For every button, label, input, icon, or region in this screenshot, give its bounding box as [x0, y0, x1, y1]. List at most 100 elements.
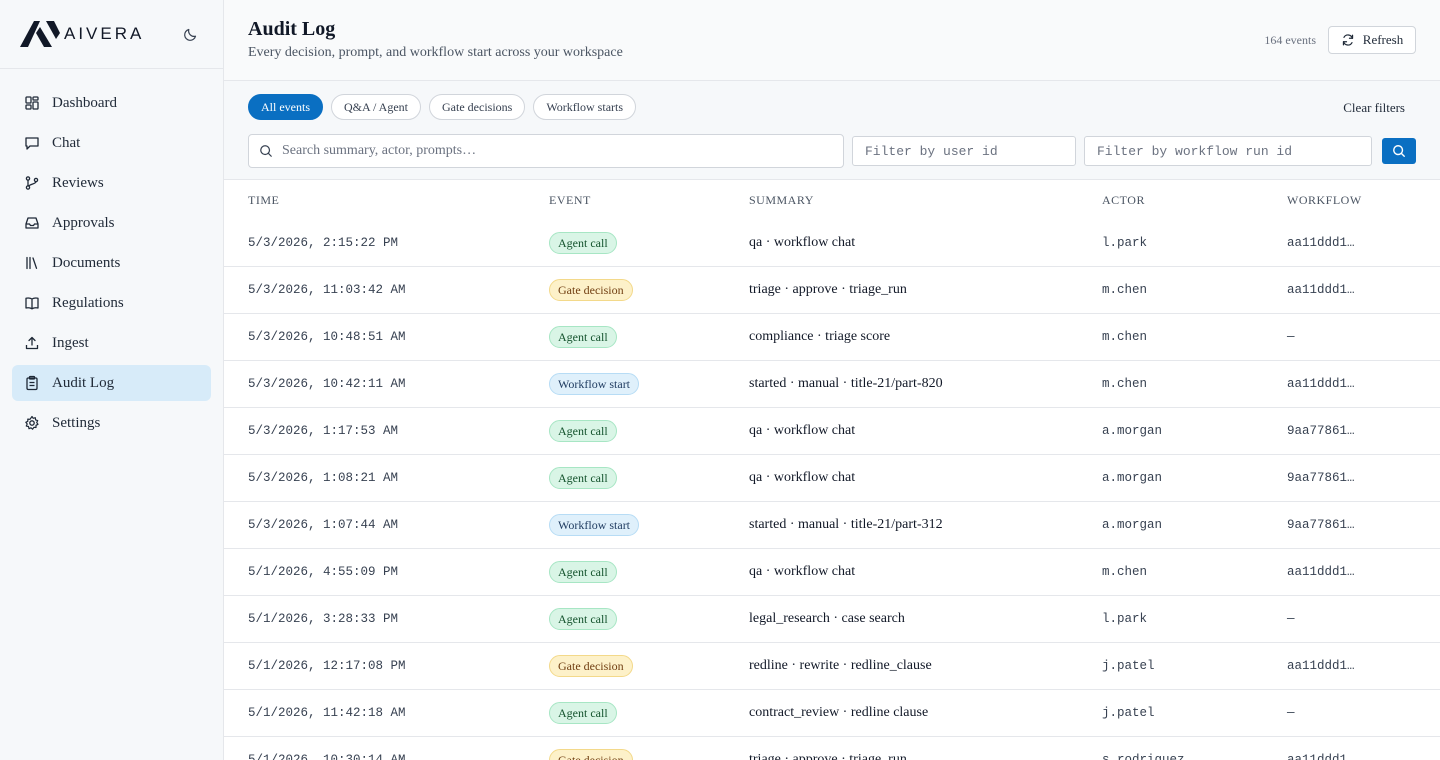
filter-chip-gate-decisions[interactable]: Gate decisions: [429, 94, 526, 120]
refresh-label: Refresh: [1362, 32, 1404, 47]
search-box[interactable]: [248, 134, 844, 168]
event-badge: Agent call: [549, 702, 617, 724]
row-workflow[interactable]: aa11ddd1…: [1287, 377, 1355, 391]
table-row[interactable]: 5/3/2026, 1:08:21 AM Agent call qa · workf…: [224, 455, 1440, 502]
book-icon: [25, 297, 39, 310]
row-actor: m.chen: [1102, 377, 1148, 391]
row-workflow[interactable]: —: [1287, 706, 1295, 720]
row-summary: triage · approve · triage_run: [749, 752, 907, 760]
chat-icon: [25, 137, 39, 150]
event-badge: Agent call: [549, 420, 617, 442]
row-summary: qa · workflow chat: [749, 470, 856, 485]
search-icon: [260, 145, 272, 157]
row-summary: qa · workflow chat: [749, 423, 856, 438]
workflow-run-filter-input[interactable]: [1084, 136, 1372, 166]
row-time: 5/3/2026, 10:48:51 AM: [248, 330, 406, 344]
row-time: 5/3/2026, 1:08:21 AM: [248, 471, 399, 485]
row-workflow[interactable]: 9aa77861…: [1287, 424, 1355, 438]
row-time: 5/3/2026, 10:42:11 AM: [248, 377, 406, 391]
row-workflow[interactable]: —: [1287, 330, 1295, 344]
library-icon: [26, 256, 38, 270]
table-row[interactable]: 5/3/2026, 1:17:53 AM Agent call qa · workf…: [224, 408, 1440, 455]
table-row[interactable]: 5/1/2026, 10:30:14 AM Gate decision triage…: [224, 737, 1440, 760]
sidebar-item-settings[interactable]: Settings: [12, 405, 211, 441]
search-input[interactable]: [282, 143, 843, 159]
table-row[interactable]: 5/1/2026, 3:28:33 PM Agent call legal_rese…: [224, 596, 1440, 643]
branch-icon: [25, 176, 39, 190]
sidebar-item-label: Reviews: [52, 174, 104, 191]
sidebar-item-approvals[interactable]: Approvals: [12, 205, 211, 241]
row-actor: m.chen: [1102, 330, 1148, 344]
column-header-summary[interactable]: SUMMARY: [749, 193, 814, 208]
row-summary: legal_research · case search: [749, 611, 905, 626]
brand-name: AIVERA: [64, 24, 145, 43]
row-summary: compliance · triage score: [749, 329, 891, 344]
table-row[interactable]: 5/3/2026, 10:48:51 AM Agent call complianc…: [224, 314, 1440, 361]
row-workflow[interactable]: aa11ddd1…: [1287, 565, 1355, 579]
sidebar-item-audit-log[interactable]: Audit Log: [12, 365, 211, 401]
sidebar-item-label: Dashboard: [52, 94, 117, 111]
sidebar-item-reviews[interactable]: Reviews: [12, 165, 211, 201]
row-actor: s.rodriguez: [1102, 753, 1185, 760]
event-badge: Gate decision: [549, 655, 633, 677]
row-workflow[interactable]: aa11ddd1…: [1287, 753, 1355, 760]
brand-logo-icon: [20, 21, 60, 47]
column-header-actor[interactable]: ACTOR: [1102, 193, 1145, 208]
row-actor: j.patel: [1102, 659, 1155, 673]
row-workflow[interactable]: 9aa77861…: [1287, 471, 1355, 485]
sidebar-item-label: Documents: [52, 254, 121, 271]
table-body: 5/3/2026, 2:15:22 PM Agent call qa · workf…: [224, 220, 1440, 760]
row-time: 5/3/2026, 2:15:22 PM: [248, 236, 399, 250]
sidebar-item-documents[interactable]: Documents: [12, 245, 211, 281]
sidebar-item-regulations[interactable]: Regulations: [12, 285, 211, 321]
row-summary: qa · workflow chat: [749, 235, 856, 250]
event-badge: Workflow start: [549, 373, 640, 395]
sidebar-item-label: Chat: [52, 134, 81, 151]
event-badge: Agent call: [549, 326, 617, 348]
gear-icon: [25, 415, 39, 430]
row-summary: started · manual · title-21/part-820: [749, 376, 943, 391]
row-actor: m.chen: [1102, 283, 1148, 297]
clear-filters-button[interactable]: Clear filters: [1343, 100, 1405, 116]
theme-toggle-moon-icon[interactable]: [183, 26, 199, 42]
filter-chip-q-a-agent[interactable]: Q&A / Agent: [331, 94, 422, 120]
table-row[interactable]: 5/1/2026, 4:55:09 PM Agent call qa · workf…: [224, 549, 1440, 596]
row-actor: l.park: [1102, 612, 1148, 626]
user-id-filter-input[interactable]: [852, 136, 1076, 166]
row-time: 5/3/2026, 11:03:42 AM: [248, 283, 406, 297]
search-submit-button[interactable]: [1382, 138, 1416, 164]
row-time: 5/3/2026, 1:07:44 AM: [248, 518, 399, 532]
row-workflow[interactable]: 9aa77861…: [1287, 518, 1355, 532]
filter-inputs: [248, 134, 1416, 168]
sidebar-item-dashboard[interactable]: Dashboard: [12, 85, 211, 121]
event-badge: Gate decision: [549, 279, 633, 301]
table-row[interactable]: 5/1/2026, 12:17:08 PM Gate decision redlin…: [224, 643, 1440, 690]
page-header: Audit Log Every decision, prompt, and wo…: [224, 0, 1440, 81]
row-summary: contract_review · redline clause: [749, 705, 929, 720]
row-workflow[interactable]: aa11ddd1…: [1287, 283, 1355, 297]
table-row[interactable]: 5/1/2026, 11:42:18 AM Agent call contract_…: [224, 690, 1440, 737]
filter-chip-all-events[interactable]: All events: [248, 94, 323, 120]
page-subtitle: Every decision, prompt, and workflow sta…: [248, 45, 623, 60]
upload-icon: [25, 336, 39, 350]
row-actor: a.morgan: [1102, 424, 1163, 438]
row-workflow[interactable]: aa11ddd1…: [1287, 236, 1355, 250]
table-row[interactable]: 5/3/2026, 10:42:11 AM Workflow start start…: [224, 361, 1440, 408]
table-row[interactable]: 5/3/2026, 1:07:44 AM Workflow start starte…: [224, 502, 1440, 549]
table-row[interactable]: 5/3/2026, 2:15:22 PM Agent call qa · workf…: [224, 220, 1440, 267]
row-actor: a.morgan: [1102, 471, 1163, 485]
event-badge: Agent call: [549, 232, 617, 254]
event-badge: Agent call: [549, 561, 617, 583]
column-header-workflow[interactable]: WORKFLOW: [1287, 193, 1362, 208]
row-time: 5/1/2026, 12:17:08 PM: [248, 659, 406, 673]
row-workflow[interactable]: aa11ddd1…: [1287, 659, 1355, 673]
search-icon: [1393, 145, 1405, 157]
column-header-time[interactable]: TIME: [248, 193, 279, 208]
filter-chip-workflow-starts[interactable]: Workflow starts: [533, 94, 637, 120]
sidebar-item-chat[interactable]: Chat: [12, 125, 211, 161]
refresh-button[interactable]: Refresh: [1328, 26, 1416, 54]
sidebar-item-ingest[interactable]: Ingest: [12, 325, 211, 361]
column-header-event[interactable]: EVENT: [549, 193, 591, 208]
table-row[interactable]: 5/3/2026, 11:03:42 AM Gate decision triage…: [224, 267, 1440, 314]
row-workflow[interactable]: —: [1287, 612, 1295, 626]
